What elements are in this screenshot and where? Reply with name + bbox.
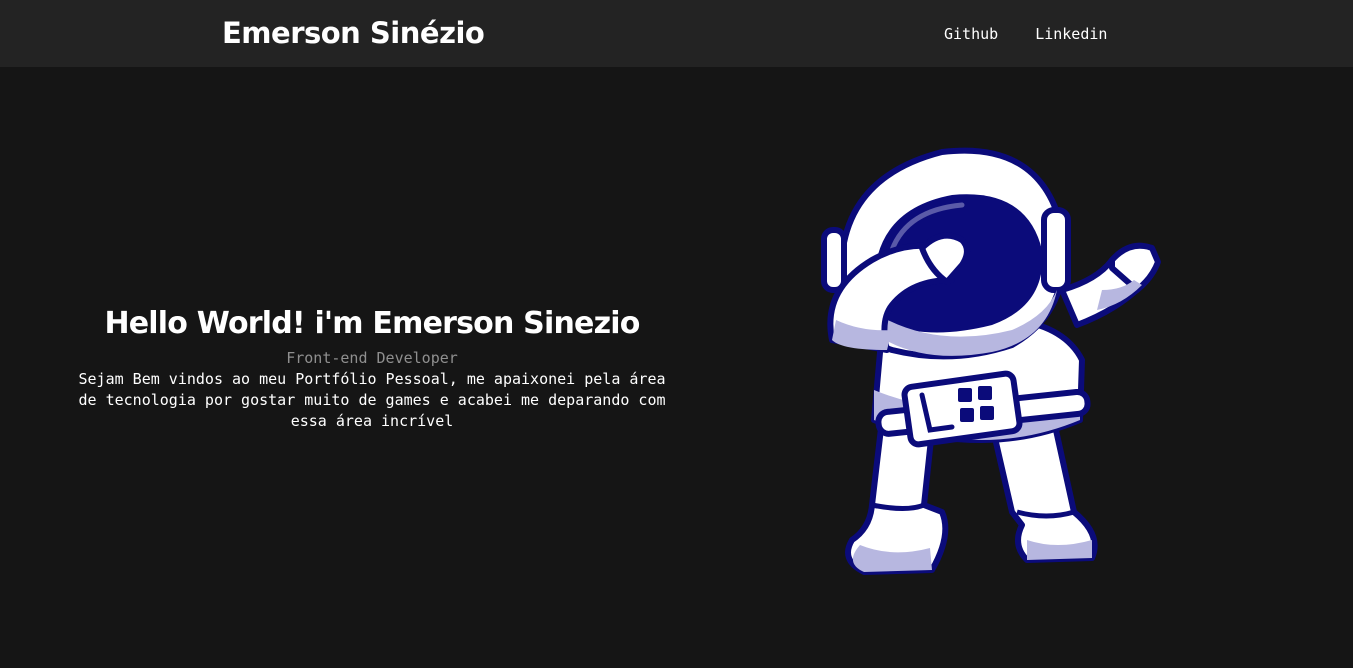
- hero-intro: Hello World! i'm Emerson Sinezio Front-e…: [72, 300, 672, 432]
- hero-title: Hello World! i'm Emerson Sinezio: [104, 306, 640, 341]
- main-nav: Github Linkedin: [944, 22, 1107, 46]
- chest-control-panel: [901, 370, 1023, 448]
- nav-link-github[interactable]: Github: [944, 22, 998, 46]
- nav-link-linkedin[interactable]: Linkedin: [1035, 22, 1107, 46]
- site-header: Emerson Sinézio Github Linkedin: [0, 0, 1353, 67]
- astronaut-dabbing-illustration: [821, 147, 1161, 575]
- brand-logo-link[interactable]: Emerson Sinézio: [222, 13, 485, 53]
- hero-description: Sejam Bem vindos ao meu Portfólio Pessoa…: [78, 370, 666, 430]
- hero-subtitle: Front-end Developer: [286, 349, 458, 367]
- astronaut-arm-right: [1059, 242, 1161, 328]
